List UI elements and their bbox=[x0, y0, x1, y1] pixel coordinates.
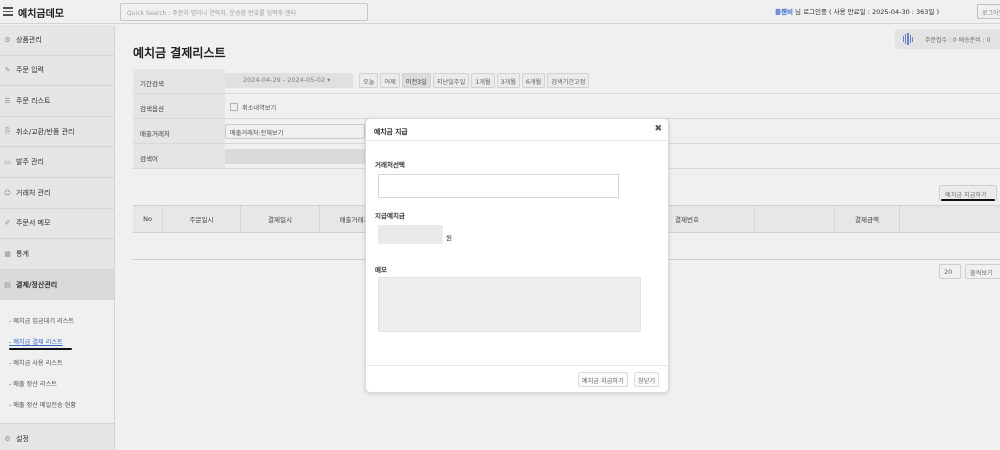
deposit-amount-label: 지급예치금 bbox=[375, 212, 405, 220]
memo-label: 메모 bbox=[375, 266, 387, 274]
deposit-amount-input[interactable] bbox=[378, 225, 443, 244]
modal-footer: 예치금 지급하기 창닫기 bbox=[366, 365, 668, 393]
modal-close-button[interactable]: 창닫기 bbox=[634, 372, 660, 387]
modal-title: 예치금 지급 bbox=[374, 128, 408, 136]
modal-header: 예치금 지급 ✖ bbox=[366, 119, 668, 141]
deposit-payout-modal: 예치금 지급 ✖ 거래처선택 지급예치금 원 메모 예치금 지급하기 창닫기 bbox=[365, 118, 669, 393]
modal-vendor-input[interactable] bbox=[378, 174, 619, 198]
memo-textarea[interactable] bbox=[378, 277, 641, 332]
vendor-select-label: 거래처선택 bbox=[375, 161, 405, 169]
close-icon[interactable]: ✖ bbox=[654, 124, 662, 134]
won-unit: 원 bbox=[446, 234, 452, 242]
modal-submit-button[interactable]: 예치금 지급하기 bbox=[578, 372, 628, 387]
